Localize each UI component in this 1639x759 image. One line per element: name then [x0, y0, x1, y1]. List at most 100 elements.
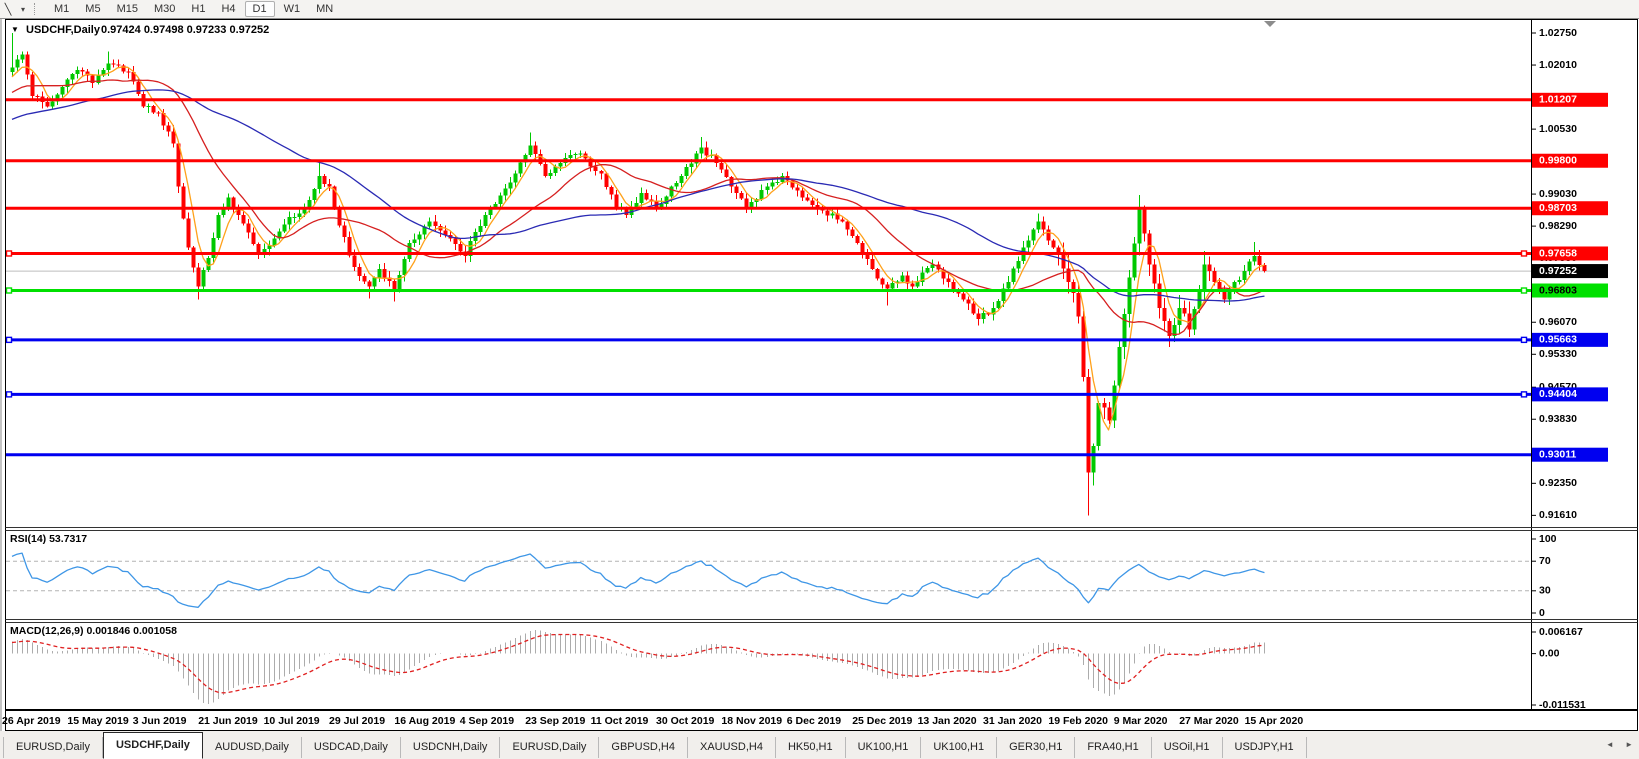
line-handle[interactable] [6, 250, 13, 257]
price-badge-0.99800: 0.99800 [1532, 153, 1608, 168]
chart-tab-gbpusd-h4[interactable]: GBPUSD,H4 [599, 737, 688, 758]
line-handle[interactable] [1520, 250, 1528, 257]
rsi-axis-label: 100 [1539, 533, 1557, 545]
chart-dropdown-icon[interactable]: ▼ [11, 25, 19, 34]
rsi-label: RSI(14) 53.7317 [10, 533, 87, 545]
price-badge-0.98703: 0.98703 [1532, 201, 1608, 216]
macd-histogram [12, 630, 1265, 704]
horizontal-line-0.95663[interactable] [6, 336, 1531, 344]
main-price-pane[interactable] [6, 33, 1531, 516]
date-label: 18 Nov 2019 [721, 715, 782, 727]
chart-tab-eurusd-daily[interactable]: EURUSD,Daily [3, 737, 103, 758]
timeframe-button-h4[interactable]: H4 [214, 1, 242, 17]
line-handle[interactable] [1520, 287, 1528, 294]
timeframe-button-h1[interactable]: H1 [184, 1, 212, 17]
price-badge-0.97658: 0.97658 [1532, 246, 1608, 261]
tabs-scroll-right-icon[interactable]: ► [1625, 740, 1633, 749]
date-label: 29 Jul 2019 [329, 715, 385, 727]
macd-pane[interactable] [11, 630, 1265, 704]
price-badge-0.95663: 0.95663 [1532, 332, 1608, 347]
candles-layer [10, 33, 1267, 516]
line-handle[interactable] [6, 287, 13, 294]
price-badge-0.93011: 0.93011 [1532, 447, 1608, 462]
price-badge-0.94404: 0.94404 [1532, 387, 1608, 402]
date-label: 13 Jan 2020 [918, 715, 977, 727]
toolbar-dropdown-caret-icon[interactable]: ▾ [16, 5, 30, 14]
line-handle[interactable] [1520, 336, 1528, 344]
chart-tab-uk100-h1[interactable]: UK100,H1 [921, 737, 998, 758]
date-label: 6 Dec 2019 [787, 715, 841, 727]
date-label: 25 Dec 2019 [852, 715, 912, 727]
date-label: 23 Sep 2019 [525, 715, 585, 727]
chart-tab-usdcnh-daily[interactable]: USDCNH,Daily [401, 737, 501, 758]
date-label: 21 Jun 2019 [198, 715, 258, 727]
toolbar: ╲ ▾ M1 M5 M15 M30 H1 H4 D1 W1 MN [0, 0, 1639, 19]
date-label: 9 Mar 2020 [1114, 715, 1168, 727]
date-label: 11 Oct 2019 [591, 715, 649, 727]
date-label: 15 Apr 2020 [1245, 715, 1304, 727]
timeframe-button-m30[interactable]: M30 [147, 1, 182, 17]
chart-tab-usdchf-daily[interactable]: USDCHF,Daily [102, 732, 203, 759]
line-handle[interactable] [1520, 391, 1528, 398]
date-label: 30 Oct 2019 [656, 715, 715, 727]
price-tick-label: 0.95330 [1539, 348, 1577, 360]
horizontal-line-0.96803[interactable] [6, 287, 1531, 294]
chart-title-ohlc: 0.97424 0.97498 0.97233 0.97252 [101, 24, 269, 36]
date-label: 4 Sep 2019 [460, 715, 514, 727]
svg-text:0.93011: 0.93011 [1539, 448, 1577, 460]
svg-text:0.97252: 0.97252 [1539, 265, 1577, 277]
chart-tab-audusd-daily[interactable]: AUDUSD,Daily [203, 737, 302, 758]
date-label: 16 Aug 2019 [394, 715, 455, 727]
chart-tab-usoil-h1[interactable]: USOil,H1 [1152, 737, 1223, 758]
price-tick-label: 0.91610 [1539, 509, 1577, 521]
price-badge-0.96803: 0.96803 [1532, 283, 1608, 298]
chart-tab-eurusd-daily[interactable]: EURUSD,Daily [500, 737, 600, 758]
timeframe-button-m15[interactable]: M15 [110, 1, 145, 17]
timeframe-button-m5[interactable]: M5 [78, 1, 107, 17]
chart-tab-usdcad-daily[interactable]: USDCAD,Daily [302, 737, 401, 758]
chart-tab-xauusd-h4[interactable]: XAUUSD,H4 [688, 737, 776, 758]
price-axis[interactable]: 1.027501.020101.005300.990300.982900.975… [1531, 27, 1608, 711]
chart-shift-marker[interactable] [1264, 21, 1276, 27]
line-handle[interactable] [6, 336, 13, 344]
horizontal-line-0.94404[interactable] [6, 391, 1531, 398]
price-tick-label: 0.96070 [1539, 316, 1577, 328]
svg-text:0.95663: 0.95663 [1539, 334, 1577, 346]
timeframe-button-m1[interactable]: M1 [47, 1, 76, 17]
macd-axis-label: -0.011531 [1539, 699, 1586, 711]
chart-title-symbol: USDCHF,Daily [26, 24, 101, 36]
price-tick-label: 1.02010 [1539, 59, 1577, 71]
date-label: 27 Mar 2020 [1179, 715, 1239, 727]
chart-tab-fra40-h1[interactable]: FRA40,H1 [1075, 737, 1152, 758]
date-label: 15 May 2019 [67, 715, 128, 727]
macd-axis-label: 0.00 [1539, 647, 1560, 659]
macd-label: MACD(12,26,9) 0.001846 0.001058 [10, 625, 177, 637]
rsi-axis-label: 30 [1539, 585, 1551, 597]
tabs-scroll-left-icon[interactable]: ◄ [1606, 740, 1614, 749]
timeframe-button-d1[interactable]: D1 [244, 1, 275, 17]
chart-tab-usdjpy-h1[interactable]: USDJPY,H1 [1223, 737, 1307, 758]
svg-text:0.94404: 0.94404 [1539, 388, 1577, 400]
rsi-axis-label: 70 [1539, 555, 1551, 567]
horizontal-line-0.97658[interactable] [6, 250, 1531, 257]
macd-signal-line [11, 633, 1265, 694]
tab-scroll-controls: ◄ ► [1597, 740, 1633, 749]
timeframe-button-mn[interactable]: MN [309, 1, 340, 17]
price-tick-label: 0.92350 [1539, 477, 1577, 489]
date-label: 26 Apr 2019 [2, 715, 61, 727]
chart-window[interactable]: USDCHF,Daily 0.97424 0.97498 0.97233 0.97… [0, 19, 1639, 731]
chart-tab-ger30-h1[interactable]: GER30,H1 [997, 737, 1076, 758]
chart-tab-uk100-h1[interactable]: UK100,H1 [846, 737, 922, 758]
timeframe-buttons: M1 M5 M15 M30 H1 H4 D1 W1 MN [46, 0, 341, 18]
date-label: 19 Feb 2020 [1048, 715, 1108, 727]
chart-tab-hk50-h1[interactable]: HK50,H1 [776, 737, 846, 758]
line-handle[interactable] [6, 391, 13, 398]
line-tool-icon[interactable]: ╲ [0, 3, 16, 16]
rsi-pane[interactable] [6, 552, 1531, 608]
macd-axis-label: 0.006167 [1539, 626, 1583, 638]
toolbar-grip [34, 3, 39, 15]
chart-tabs: EURUSD,Daily USDCHF,Daily AUDUSD,Daily USDC… [0, 731, 1307, 759]
date-axis[interactable]: 26 Apr 2019 15 May 2019 3 Jun 2019 21 Jun 2… [2, 715, 1303, 727]
rsi-axis-label: 0 [1539, 607, 1545, 619]
timeframe-button-w1[interactable]: W1 [277, 1, 308, 17]
